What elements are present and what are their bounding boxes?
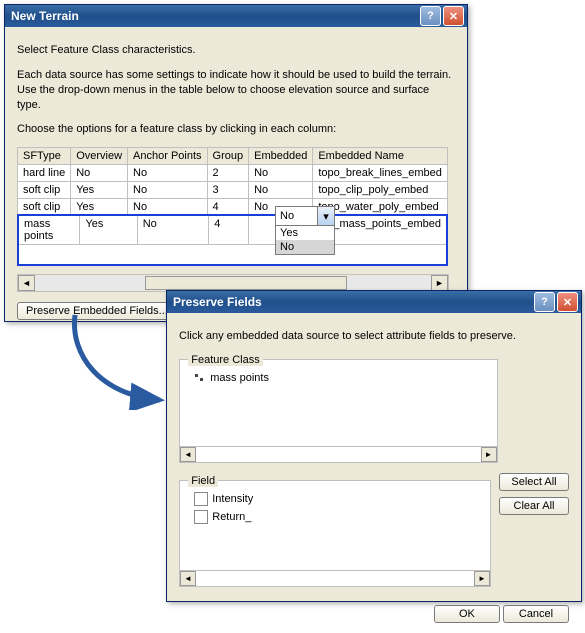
col-embedded[interactable]: Embedded	[249, 148, 313, 165]
points-icon	[194, 372, 206, 384]
scroll-left-arrow[interactable]: ◄	[180, 571, 196, 586]
list-item[interactable]: Return_	[188, 508, 482, 526]
clear-all-button[interactable]: Clear All	[499, 497, 569, 515]
cancel-button[interactable]: Cancel	[503, 605, 569, 623]
close-button[interactable]: ✕	[557, 292, 578, 312]
dropdown-opt-yes[interactable]: Yes	[276, 226, 334, 240]
ok-button[interactable]: OK	[434, 605, 500, 623]
dialog-body: Click any embedded data source to select…	[167, 313, 581, 633]
table-row[interactable]: hard line No No 2 No topo_break_lines_em…	[18, 165, 448, 182]
preserve-embedded-fields-button[interactable]: Preserve Embedded Fields...	[17, 302, 177, 320]
feature-class-label: Feature Class	[188, 354, 262, 366]
scroll-left-arrow[interactable]: ◄	[180, 447, 196, 462]
scroll-left-arrow[interactable]: ◄	[18, 275, 35, 291]
description-text: Each data source has some settings to in…	[17, 68, 455, 113]
feature-class-table[interactable]: SFType Overview Anchor Points Group Embe…	[17, 147, 448, 216]
col-overview[interactable]: Overview	[71, 148, 128, 165]
col-ename[interactable]: Embedded Name	[313, 148, 448, 165]
titlebar: New Terrain ? ✕	[5, 5, 467, 27]
scroll-right-arrow[interactable]: ►	[481, 447, 497, 462]
scroll-right-arrow[interactable]: ►	[431, 275, 448, 291]
dialog-title: Preserve Fields	[173, 295, 262, 309]
help-button[interactable]: ?	[420, 6, 441, 26]
field-label: Field	[188, 475, 218, 487]
col-group[interactable]: Group	[207, 148, 249, 165]
col-sftype[interactable]: SFType	[18, 148, 71, 165]
table-row[interactable]: soft clip Yes No 3 No topo_clip_poly_emb…	[18, 182, 448, 199]
choose-text: Choose the options for a feature class b…	[17, 122, 455, 137]
table-row[interactable]: soft clip Yes No 4 No topo_water_poly_em…	[18, 199, 448, 216]
new-terrain-dialog: New Terrain ? ✕ Select Feature Class cha…	[4, 4, 468, 322]
chevron-down-icon[interactable]: ▾	[317, 207, 334, 225]
dialog-body: Select Feature Class characteristics. Ea…	[5, 27, 467, 330]
checkbox[interactable]	[194, 492, 208, 506]
help-button[interactable]: ?	[534, 292, 555, 312]
scroll-thumb[interactable]	[145, 276, 347, 290]
titlebar: Preserve Fields ? ✕	[167, 291, 581, 313]
field-list: Field Intensity Return_ ◄ ►	[179, 475, 491, 588]
instruction-text: Click any embedded data source to select…	[179, 329, 569, 344]
select-all-button[interactable]: Select All	[499, 473, 569, 491]
intro-text: Select Feature Class characteristics.	[17, 43, 455, 58]
preserve-fields-dialog: Preserve Fields ? ✕ Click any embedded d…	[166, 290, 582, 602]
list-item[interactable]: mass points	[188, 370, 488, 386]
highlighted-row[interactable]: mass points Yes No 4 topo_mass_points_em…	[17, 214, 448, 266]
feature-class-list: Feature Class mass points ◄ ►	[179, 354, 498, 463]
col-anchor[interactable]: Anchor Points	[128, 148, 207, 165]
checkbox[interactable]	[194, 510, 208, 524]
scroll-right-arrow[interactable]: ►	[474, 571, 490, 586]
dropdown-opt-no[interactable]: No	[276, 240, 334, 254]
list-item[interactable]: Intensity	[188, 490, 482, 508]
dialog-title: New Terrain	[11, 9, 79, 23]
close-button[interactable]: ✕	[443, 6, 464, 26]
embedded-dropdown[interactable]: No ▾ Yes No	[275, 206, 335, 255]
